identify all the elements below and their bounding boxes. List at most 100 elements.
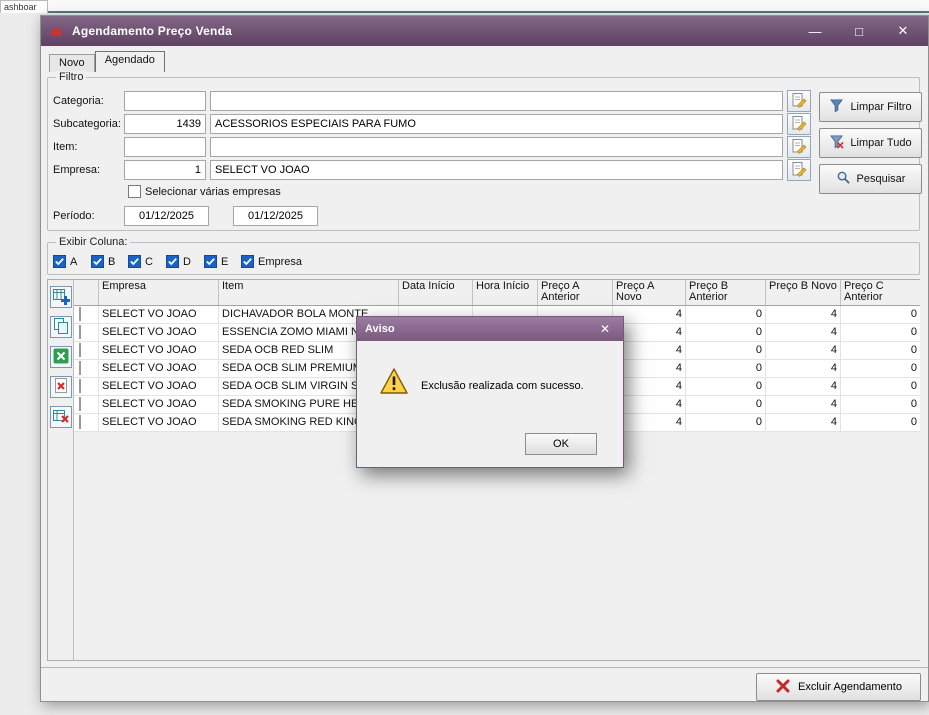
column-checkbox-b[interactable]: B <box>91 255 115 268</box>
background-tab-dashboard[interactable]: ashboar <box>0 0 48 13</box>
categoria-text-input[interactable] <box>210 91 783 111</box>
cell-preco-c-anterior: 0 <box>841 378 920 395</box>
cell-preco-b-anterior: 0 <box>686 324 766 341</box>
subcategoria-lookup-button[interactable] <box>787 113 811 135</box>
cell-empresa: SELECT VO JOAO <box>99 306 219 323</box>
checkbox-checked[interactable] <box>166 255 179 268</box>
column-checkbox-empresa[interactable]: Empresa <box>241 255 302 268</box>
grid-header-preco-c-anterior[interactable]: Preço C Anterior <box>841 280 920 305</box>
remove-row-button[interactable] <box>50 406 72 428</box>
multi-company-checkbox[interactable]: Selecionar várias empresas <box>128 185 281 198</box>
excluir-agendamento-label: Excluir Agendamento <box>798 681 902 693</box>
item-lookup-button[interactable] <box>787 136 811 158</box>
limpar-filtro-button[interactable]: Limpar Filtro <box>819 92 922 122</box>
checkbox-checked[interactable] <box>204 255 217 268</box>
limpar-tudo-button[interactable]: Limpar Tudo <box>819 128 922 158</box>
cell-preco-b-novo: 4 <box>766 360 841 377</box>
cell-preco-b-anterior: 0 <box>686 306 766 323</box>
item-label: Item: <box>53 141 78 153</box>
grid-header-hora-inicio[interactable]: Hora Início <box>473 280 538 305</box>
minimize-button[interactable]: — <box>800 20 830 42</box>
dialog-close-button[interactable]: ✕ <box>595 322 615 336</box>
add-row-button[interactable] <box>50 286 72 308</box>
tab-agendado[interactable]: Agendado <box>94 51 165 72</box>
footer-divider <box>41 667 928 668</box>
checkbox-checked[interactable] <box>53 255 66 268</box>
row-select-cell[interactable] <box>74 360 99 377</box>
row-select-cell[interactable] <box>74 342 99 359</box>
row-checkbox[interactable] <box>79 343 81 357</box>
grid-header-preco-b-anterior[interactable]: Preço B Anterior <box>686 280 766 305</box>
grid-header-preco-a-anterior[interactable]: Preço A Anterior <box>538 280 613 305</box>
lookup-icon <box>791 92 807 111</box>
checkbox-checked[interactable] <box>128 255 141 268</box>
column-a-label: A <box>70 255 78 268</box>
column-checkbox-e[interactable]: E <box>204 255 228 268</box>
cell-preco-c-anterior: 0 <box>841 342 920 359</box>
empresa-code-input[interactable] <box>124 160 206 180</box>
cell-preco-c-anterior: 0 <box>841 414 920 431</box>
row-checkbox[interactable] <box>79 307 81 321</box>
cell-preco-c-anterior: 0 <box>841 396 920 413</box>
cell-empresa: SELECT VO JOAO <box>99 414 219 431</box>
periodo-fim-input[interactable] <box>233 206 318 226</box>
periodo-inicio-input[interactable] <box>124 206 209 226</box>
row-select-cell[interactable] <box>74 324 99 341</box>
empresa-text-input[interactable] <box>210 160 783 180</box>
item-code-input[interactable] <box>124 137 206 157</box>
cell-preco-c-anterior: 0 <box>841 324 920 341</box>
column-b-label: B <box>108 255 116 268</box>
empresa-lookup-button[interactable] <box>787 159 811 181</box>
subcategoria-code-input[interactable] <box>124 114 206 134</box>
row-checkbox[interactable] <box>79 379 81 393</box>
row-select-cell[interactable] <box>74 306 99 323</box>
tab-novo[interactable]: Novo <box>49 54 95 72</box>
grid-header-data-inicio[interactable]: Data Início <box>399 280 473 305</box>
grid-header-item[interactable]: Item <box>219 280 399 305</box>
grid-header-select[interactable] <box>74 280 99 305</box>
lookup-icon <box>791 115 807 134</box>
copy-rows-button[interactable] <box>50 316 72 338</box>
checkbox-checked[interactable] <box>241 255 254 268</box>
export-excel-button[interactable] <box>50 346 72 368</box>
row-checkbox[interactable] <box>79 415 81 429</box>
checkbox-unchecked[interactable] <box>128 185 141 198</box>
window-title: Agendamento Preço Venda <box>72 24 232 38</box>
categoria-code-input[interactable] <box>124 91 206 111</box>
column-checkbox-d[interactable]: D <box>166 255 191 268</box>
column-checkbox-a[interactable]: A <box>53 255 77 268</box>
window-titlebar[interactable]: Agendamento Preço Venda — □ ✕ <box>41 16 928 46</box>
grid-header-empresa[interactable]: Empresa <box>99 280 219 305</box>
row-select-cell[interactable] <box>74 396 99 413</box>
grid-header-preco-a-novo[interactable]: Preço A Novo <box>613 280 686 305</box>
categoria-lookup-button[interactable] <box>787 90 811 112</box>
lookup-icon <box>791 161 807 180</box>
row-select-cell[interactable] <box>74 378 99 395</box>
checkbox-checked[interactable] <box>91 255 104 268</box>
cell-empresa: SELECT VO JOAO <box>99 378 219 395</box>
grid-header-preco-b-novo[interactable]: Preço B Novo <box>766 280 841 305</box>
column-checkbox-c[interactable]: C <box>128 255 153 268</box>
excel-delete-button[interactable] <box>50 376 72 398</box>
pesquisar-button[interactable]: Pesquisar <box>819 164 922 194</box>
row-checkbox[interactable] <box>79 397 81 411</box>
row-select-cell[interactable] <box>74 414 99 431</box>
search-icon <box>836 170 851 188</box>
cell-preco-c-anterior: 0 <box>841 360 920 377</box>
cell-preco-b-anterior: 0 <box>686 396 766 413</box>
ok-button[interactable]: OK <box>525 433 597 455</box>
subcategoria-label: Subcategoria: <box>53 118 121 130</box>
copy-rows-icon <box>52 317 70 338</box>
close-button[interactable]: ✕ <box>888 20 918 42</box>
cell-preco-b-novo: 4 <box>766 396 841 413</box>
excluir-agendamento-button[interactable]: Excluir Agendamento <box>756 673 921 701</box>
cell-preco-b-novo: 4 <box>766 414 841 431</box>
cell-empresa: SELECT VO JOAO <box>99 396 219 413</box>
item-text-input[interactable] <box>210 137 783 157</box>
dialog-titlebar[interactable]: Aviso ✕ <box>357 317 623 341</box>
maximize-button[interactable]: □ <box>844 20 874 42</box>
window-controls: — □ ✕ <box>800 20 918 42</box>
subcategoria-text-input[interactable] <box>210 114 783 134</box>
row-checkbox[interactable] <box>79 325 81 339</box>
row-checkbox[interactable] <box>79 361 81 375</box>
